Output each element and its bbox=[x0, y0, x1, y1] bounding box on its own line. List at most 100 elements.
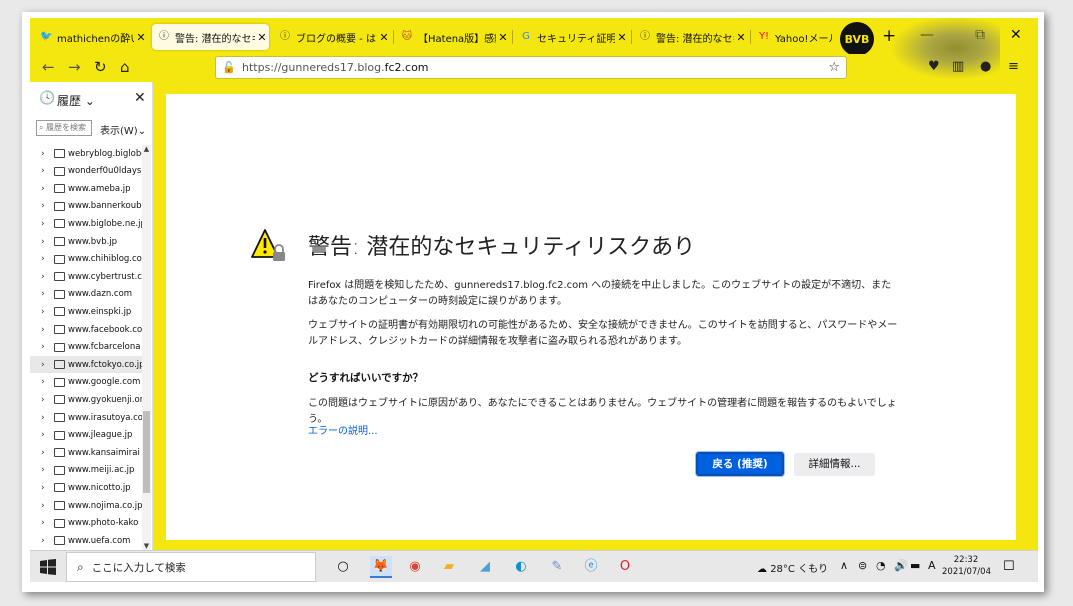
tab-close-icon[interactable]: ✕ bbox=[615, 31, 629, 44]
network-icon[interactable]: ◔ bbox=[876, 559, 886, 572]
history-folder-item[interactable]: › www.nojima.co.jp bbox=[30, 497, 142, 514]
account-icon[interactable]: ● bbox=[980, 59, 991, 74]
windows-start-icon[interactable] bbox=[40, 559, 56, 575]
history-folder-item[interactable]: › www.dazn.com bbox=[30, 286, 142, 303]
history-folder-item[interactable]: › webryblog.biglobe bbox=[30, 145, 142, 162]
chevron-right-icon[interactable]: › bbox=[41, 237, 51, 247]
chevron-right-icon[interactable]: › bbox=[41, 219, 51, 229]
history-folder-item[interactable]: › www.nicotto.jp bbox=[30, 479, 142, 496]
chevron-right-icon[interactable]: › bbox=[41, 325, 51, 335]
history-folder-item[interactable]: › www.einspki.jp bbox=[30, 303, 142, 320]
chevron-right-icon[interactable]: › bbox=[41, 166, 51, 176]
history-folder-item[interactable]: › www.irasutoya.com bbox=[30, 409, 142, 426]
firefox-icon[interactable]: 🦊 bbox=[370, 556, 392, 578]
chevron-right-icon[interactable]: › bbox=[41, 430, 51, 440]
taskbar-search-box[interactable]: ⌕ ここに入力して検索 bbox=[66, 552, 316, 582]
chevron-right-icon[interactable]: › bbox=[41, 501, 51, 511]
chevron-right-icon[interactable]: › bbox=[41, 536, 51, 546]
ime-mode-icon[interactable]: A bbox=[928, 559, 936, 572]
tab[interactable]: ⓘ 警告: 潜在的なセキュ✕ bbox=[152, 24, 269, 50]
sidebar-icon[interactable]: ▥ bbox=[952, 59, 964, 74]
history-folder-item[interactable]: › www.uefa.com bbox=[30, 532, 142, 549]
chevron-right-icon[interactable]: › bbox=[41, 395, 51, 405]
history-search-input[interactable]: ⌕ 履歴を検索 bbox=[36, 120, 92, 136]
menu-icon[interactable]: ≡ bbox=[1008, 59, 1019, 74]
history-folder-item[interactable]: › www.meiji.ac.jp bbox=[30, 462, 142, 479]
advanced-button[interactable]: 詳細情報... bbox=[794, 453, 875, 476]
url-bar[interactable]: 🔓 https://gunnereds17.blog.fc2.com ☆ bbox=[215, 56, 847, 79]
chevron-right-icon[interactable]: › bbox=[41, 201, 51, 211]
history-folder-item[interactable]: › www.jleague.jp bbox=[30, 427, 142, 444]
history-folder-item[interactable]: › www.fcbarcelona bbox=[30, 339, 142, 356]
go-back-button[interactable]: 戻る (推奨) bbox=[696, 452, 784, 476]
chevron-right-icon[interactable]: › bbox=[41, 518, 51, 528]
bookmark-star-icon[interactable]: ☆ bbox=[828, 60, 840, 75]
tab[interactable]: 🐦 mathichenの酔いどれ✕ bbox=[34, 24, 148, 50]
sidebar-scrollbar[interactable]: ▲ ▼ bbox=[142, 145, 151, 550]
tab-close-icon[interactable]: ✕ bbox=[734, 31, 748, 44]
scrollbar-thumb[interactable] bbox=[143, 411, 150, 493]
close-window-button[interactable]: ✕ bbox=[1010, 27, 1022, 43]
history-folder-item[interactable]: › wonderf0u0ldays bbox=[30, 163, 142, 180]
history-folder-item[interactable]: › www.kansaimirai bbox=[30, 444, 142, 461]
history-folder-item[interactable]: › www.biglobe.ne.jp bbox=[30, 215, 142, 232]
tab[interactable]: 🐱 【Hatena版】感動の✕ bbox=[395, 24, 510, 50]
pen-app-icon[interactable]: ◢ bbox=[474, 556, 496, 578]
pocket-icon[interactable]: ♥ bbox=[928, 59, 940, 74]
history-folder-item[interactable]: › www.gyokuenji.or bbox=[30, 391, 142, 408]
internet-explorer-icon[interactable]: ⓔ bbox=[580, 556, 602, 578]
chevron-right-icon[interactable]: › bbox=[41, 289, 51, 299]
paint-icon[interactable]: ✎ bbox=[546, 556, 568, 578]
chevron-right-icon[interactable]: › bbox=[41, 342, 51, 352]
tab-close-icon[interactable]: ✕ bbox=[134, 31, 148, 44]
history-folder-item[interactable]: › www.photo-kako bbox=[30, 515, 142, 532]
clock[interactable]: 22:32 2021/07/04 bbox=[942, 554, 991, 578]
weather-widget[interactable]: ☁ 28°C くもり bbox=[757, 560, 828, 575]
battery-icon[interactable]: ▬ bbox=[910, 559, 920, 572]
home-button[interactable]: ⌂ bbox=[120, 58, 130, 76]
sidebar-title[interactable]: 履歴 ⌄ bbox=[57, 92, 95, 109]
scroll-down-arrow[interactable]: ▼ bbox=[142, 542, 151, 550]
edge-icon[interactable]: ◐ bbox=[510, 556, 532, 578]
tab[interactable]: Y! Yahoo!メール bbox=[752, 24, 832, 50]
chevron-right-icon[interactable]: › bbox=[41, 254, 51, 264]
meet-now-icon[interactable]: ⊜ bbox=[858, 559, 867, 572]
history-folder-item[interactable]: › www.bannerkoubou bbox=[30, 198, 142, 215]
forward-button[interactable]: → bbox=[68, 58, 81, 76]
history-folder-item[interactable]: › www.cybertrust.co bbox=[30, 268, 142, 285]
learn-more-link[interactable]: エラーの説明... bbox=[308, 422, 378, 437]
task-view-icon[interactable]: ○ bbox=[332, 556, 354, 578]
history-folder-item[interactable]: › www.ameba.jp bbox=[30, 180, 142, 197]
volume-icon[interactable]: 🔊 bbox=[894, 559, 908, 572]
tab[interactable]: ⓘ ブログの概要 - はてな✕ bbox=[273, 24, 391, 50]
chevron-right-icon[interactable]: › bbox=[41, 360, 51, 370]
tab[interactable]: ⓘ 警告: 潜在的なセキュ✕ bbox=[633, 24, 748, 50]
chevron-right-icon[interactable]: › bbox=[41, 272, 51, 282]
tab-close-icon[interactable]: ✕ bbox=[377, 31, 391, 44]
chevron-right-icon[interactable]: › bbox=[41, 307, 51, 317]
history-folder-item[interactable]: › www.fctokyo.co.jp bbox=[30, 356, 142, 374]
history-folder-item[interactable]: › www.chihiblog.com bbox=[30, 251, 142, 268]
view-menu-button[interactable]: 表示(W)⌄ bbox=[100, 122, 146, 137]
chevron-right-icon[interactable]: › bbox=[41, 483, 51, 493]
chevron-right-icon[interactable]: › bbox=[41, 413, 51, 423]
chevron-right-icon[interactable]: › bbox=[41, 448, 51, 458]
chevron-right-icon[interactable]: › bbox=[41, 184, 51, 194]
history-folder-item[interactable]: › www.bvb.jp bbox=[30, 233, 142, 250]
chevron-right-icon[interactable]: › bbox=[41, 377, 51, 387]
history-folder-item[interactable]: › www.facebook.com bbox=[30, 321, 142, 338]
tab-close-icon[interactable]: ✕ bbox=[496, 31, 510, 44]
notification-icon[interactable]: ☐ bbox=[1003, 559, 1015, 574]
reload-button[interactable]: ↻ bbox=[94, 58, 107, 76]
chevron-right-icon[interactable]: › bbox=[41, 149, 51, 159]
chevron-right-icon[interactable]: › bbox=[41, 465, 51, 475]
opera-icon[interactable]: O bbox=[614, 556, 636, 578]
tab-close-icon[interactable]: ✕ bbox=[255, 31, 269, 44]
file-explorer-icon[interactable]: ▰ bbox=[438, 556, 460, 578]
show-hidden-icons-icon[interactable]: ∧ bbox=[840, 559, 848, 572]
back-button[interactable]: ← bbox=[42, 58, 55, 76]
tab[interactable]: G セキュリティ証明書 有✕ bbox=[514, 24, 629, 50]
scroll-up-arrow[interactable]: ▲ bbox=[142, 145, 151, 153]
history-folder-item[interactable]: › www.google.com bbox=[30, 374, 142, 391]
insecure-lock-icon[interactable]: 🔓 bbox=[222, 61, 236, 74]
